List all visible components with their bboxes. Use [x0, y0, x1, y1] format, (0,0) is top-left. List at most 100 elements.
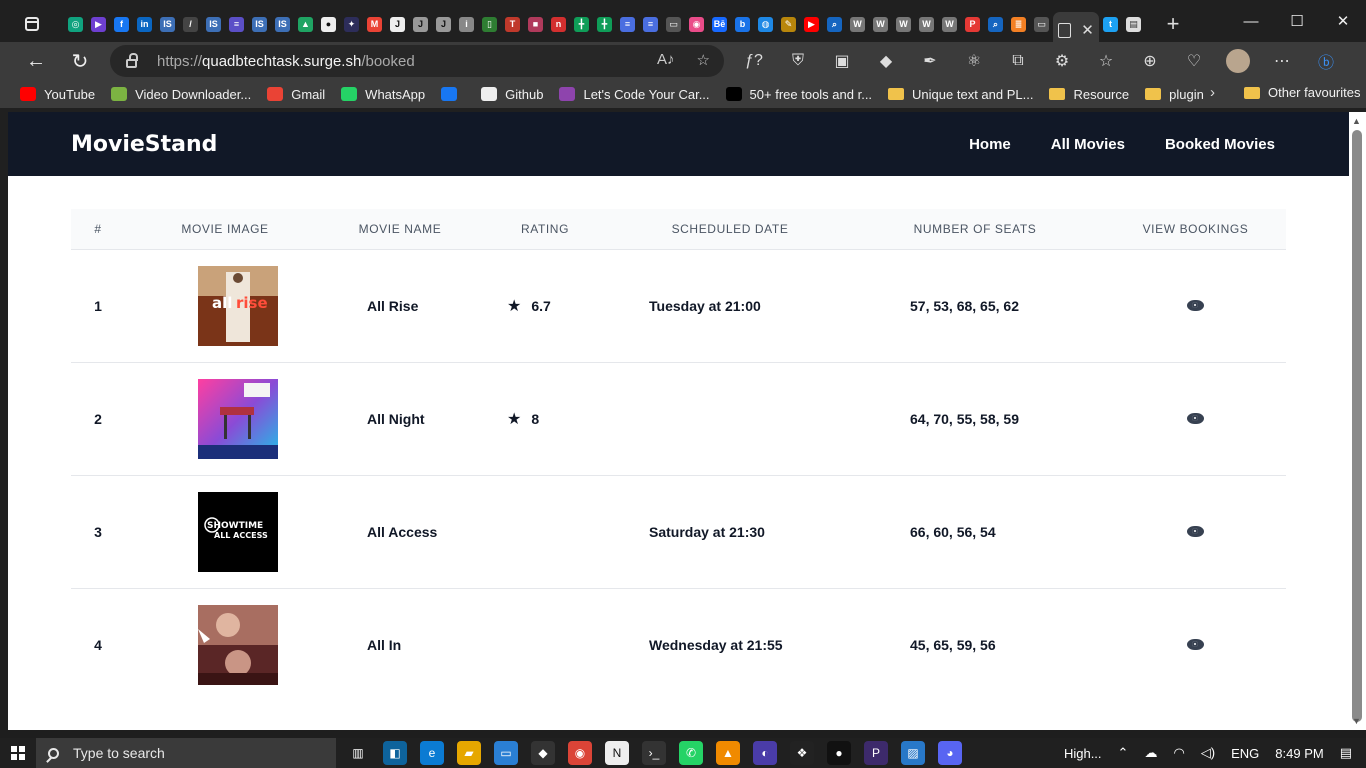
bookmark-item[interactable]: 50+ free tools and r... — [725, 87, 872, 102]
close-window-icon[interactable]: ✕ — [1320, 0, 1366, 42]
bookmarks-overflow-chevron-icon[interactable]: › — [1210, 84, 1215, 101]
nav-home-link[interactable]: Home — [969, 136, 1011, 153]
scrollbar-thumb[interactable] — [1352, 130, 1362, 722]
terminal-icon[interactable]: ›_ — [642, 741, 666, 765]
maximize-icon[interactable]: ☐ — [1274, 0, 1320, 42]
tab[interactable]: W — [938, 7, 961, 41]
other-favourites-folder[interactable]: Other favourites — [1244, 85, 1361, 100]
eye-icon[interactable] — [1187, 412, 1204, 424]
whatsapp-icon[interactable]: ✆ — [679, 741, 703, 765]
tab[interactable]: ⌕ — [823, 7, 846, 41]
nav-all-movies-link[interactable]: All Movies — [1051, 136, 1125, 153]
bookmark-item[interactable]: Gmail — [267, 87, 325, 102]
taskbar-search[interactable]: Type to search — [36, 738, 336, 768]
colorpick-extension-icon[interactable]: ◆ — [870, 47, 902, 75]
start-button[interactable] — [0, 746, 36, 760]
tab[interactable]: ╋ — [570, 7, 593, 41]
collections-icon[interactable]: ⊕ — [1134, 47, 1166, 75]
tab[interactable]: IS — [248, 7, 271, 41]
file-explorer-icon[interactable]: ▰ — [457, 741, 481, 765]
bookmark-item[interactable]: WhatsApp — [341, 87, 425, 102]
tab[interactable]: ◍ — [754, 7, 777, 41]
pen-extension-icon[interactable]: ✒ — [914, 47, 946, 75]
tab[interactable]: W — [869, 7, 892, 41]
tab[interactable]: ■ — [524, 7, 547, 41]
monitor-icon[interactable]: ▭ — [494, 741, 518, 765]
tab[interactable]: W — [892, 7, 915, 41]
tab-actions-button[interactable] — [0, 0, 64, 48]
photos-icon[interactable]: ▨ — [901, 741, 925, 765]
discord-icon[interactable]: ◕ — [938, 741, 962, 765]
tab[interactable]: in — [133, 7, 156, 41]
git-icon[interactable]: ◆ — [531, 741, 555, 765]
tab[interactable]: ▶ — [800, 7, 823, 41]
tab[interactable]: W — [846, 7, 869, 41]
tab[interactable]: ≣ — [1007, 7, 1030, 41]
edge-icon[interactable]: e — [420, 741, 444, 765]
back-icon[interactable]: ← — [14, 43, 58, 79]
tab[interactable]: J — [432, 7, 455, 41]
tab[interactable]: ≡ — [639, 7, 662, 41]
bookmark-item[interactable]: Video Downloader... — [111, 87, 251, 102]
language-indicator[interactable]: ENG — [1231, 746, 1259, 761]
tab[interactable]: M — [363, 7, 386, 41]
tab[interactable]: ✦ — [340, 7, 363, 41]
refresh-icon[interactable]: ↻ — [58, 43, 102, 79]
vlc-icon[interactable]: ▲ — [716, 741, 740, 765]
tab[interactable]: ▶ — [87, 7, 110, 41]
tab[interactable]: J — [409, 7, 432, 41]
scroll-down-icon[interactable]: ▼ — [1352, 716, 1361, 726]
figma-icon[interactable]: ❖ — [790, 741, 814, 765]
tab[interactable]: P — [961, 7, 984, 41]
bookmark-item[interactable]: plugin — [1145, 87, 1204, 102]
bookmark-item[interactable] — [441, 87, 465, 101]
tab[interactable]: ● — [317, 7, 340, 41]
more-menu-icon[interactable]: ⋯ — [1266, 47, 1298, 75]
tab[interactable]: IS — [202, 7, 225, 41]
app-icon[interactable]: P — [864, 741, 888, 765]
bookmark-item[interactable]: YouTube — [20, 87, 95, 102]
tab[interactable]: n — [547, 7, 570, 41]
page-scrollbar[interactable]: ▲ ▼ — [1349, 112, 1366, 730]
bitwarden-extension-icon[interactable]: ⛨ — [782, 47, 814, 75]
copy-extension-icon[interactable]: ⧉ — [1002, 47, 1034, 75]
eye-icon[interactable] — [1187, 299, 1204, 311]
tab[interactable]: ✎ — [777, 7, 800, 41]
cloud-icon[interactable]: ☁ — [1144, 745, 1157, 761]
tab[interactable]: ≡ — [225, 7, 248, 41]
clock[interactable]: 8:49 PM — [1275, 746, 1323, 761]
chrome-icon[interactable]: ◉ — [568, 741, 592, 765]
tab[interactable]: i — [455, 7, 478, 41]
brand-logo[interactable]: MovieStand — [71, 132, 217, 157]
tab[interactable]: ≡ — [616, 7, 639, 41]
tab[interactable]: T — [501, 7, 524, 41]
tab[interactable]: ▭ — [1030, 7, 1053, 41]
weather-text[interactable]: High... — [1064, 746, 1102, 761]
bing-copilot-icon[interactable]: ⓑ — [1310, 47, 1342, 75]
chevron-up-icon[interactable]: ⌃ — [1118, 745, 1129, 761]
tab[interactable]: / — [179, 7, 202, 41]
tab[interactable]: Bē — [708, 7, 731, 41]
tab[interactable]: J — [386, 7, 409, 41]
eye-icon[interactable] — [1187, 638, 1204, 650]
profile-avatar[interactable] — [1222, 47, 1254, 75]
react-devtools-icon[interactable]: ⚛ — [958, 47, 990, 75]
tab[interactable]: f — [110, 7, 133, 41]
minimize-icon[interactable]: — — [1228, 0, 1274, 42]
scroll-up-icon[interactable]: ▲ — [1352, 116, 1361, 126]
tab[interactable]: ▲ — [294, 7, 317, 41]
bookmark-item[interactable]: Let's Code Your Car... — [559, 87, 710, 102]
eye-icon[interactable] — [1187, 525, 1204, 537]
tab[interactable]: ◉ — [685, 7, 708, 41]
new-tab-button[interactable]: + — [1155, 6, 1191, 42]
volume-icon[interactable]: ◁) — [1201, 745, 1215, 761]
read-aloud-icon[interactable]: A♪ — [657, 51, 675, 69]
app-icon[interactable]: ◐ — [753, 741, 777, 765]
tab[interactable]: ▤ — [1122, 7, 1145, 41]
tab[interactable]: ▯ — [478, 7, 501, 41]
favorites-icon[interactable]: ☆ — [1090, 47, 1122, 75]
add-favorite-icon[interactable]: ☆ — [697, 51, 710, 69]
tab[interactable]: ╋ — [593, 7, 616, 41]
nav-booked-movies-link[interactable]: Booked Movies — [1165, 136, 1275, 153]
address-bar[interactable]: https://quadbtechtask.surge.sh/booked A♪… — [110, 45, 724, 77]
